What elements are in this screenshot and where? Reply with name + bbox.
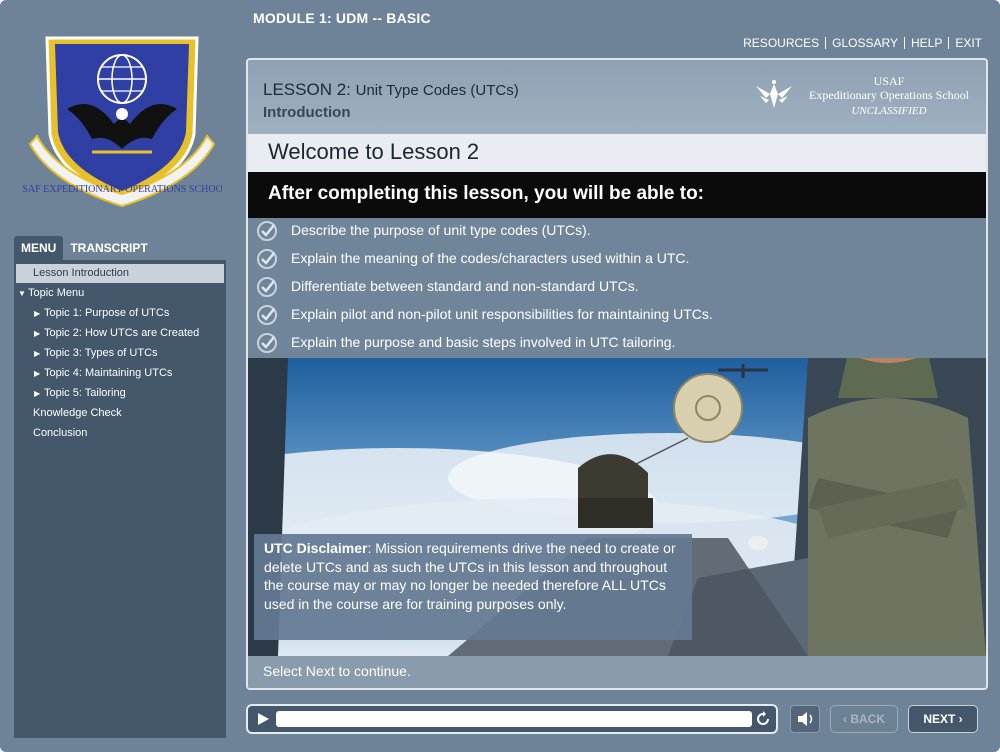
objective-text: Describe the purpose of unit type codes … <box>291 222 591 238</box>
caret-right-icon: ▶ <box>34 389 41 398</box>
exit-link[interactable]: EXIT <box>955 36 982 50</box>
sidebar-item-knowledge-check[interactable]: Knowledge Check <box>14 403 226 423</box>
brand-line-1: USAF <box>873 74 905 88</box>
lesson-header: LESSON 2: Unit Type Codes (UTCs) Introdu… <box>248 60 986 134</box>
glossary-link[interactable]: GLOSSARY <box>832 36 898 50</box>
sidebar-item-topic-4[interactable]: ▶ Topic 4: Maintaining UTCs <box>14 363 226 383</box>
sidebar-item-label: Topic 2: How UTCs are Created <box>44 327 200 339</box>
caret-down-icon: ▼ <box>18 289 26 298</box>
back-button[interactable]: ‹ BACK <box>830 705 898 733</box>
sidebar-item-label: Topic 1: Purpose of UTCs <box>44 307 170 319</box>
back-label: BACK <box>850 712 885 726</box>
check-circle-icon <box>257 305 277 325</box>
sidebar-tabs: MENU TRANSCRIPT <box>14 236 226 260</box>
sidebar-item-topic-1[interactable]: ▶ Topic 1: Purpose of UTCs <box>14 303 226 323</box>
check-circle-icon <box>257 249 277 269</box>
speaker-icon <box>798 712 813 726</box>
caret-right-icon: ▶ <box>34 309 41 318</box>
media-player <box>246 704 778 734</box>
objective-text: Differentiate between standard and non-s… <box>291 278 639 294</box>
sidebar-item-label: Topic Menu <box>28 287 85 299</box>
sidebar-item-topic-menu[interactable]: ▼ Topic Menu <box>14 283 226 303</box>
usaf-brand: USAF Expeditionary Operations School UNC… <box>754 74 974 124</box>
classification-label: UNCLASSIFIED <box>851 105 927 117</box>
sidebar-item-label: Topic 3: Types of UTCs <box>44 347 158 359</box>
caret-right-icon: ▶ <box>34 349 41 358</box>
welcome-banner: Welcome to Lesson 2 <box>248 134 986 172</box>
lesson-name: Unit Type Codes (UTCs) <box>355 82 519 99</box>
list-item: Explain pilot and non-pilot unit respons… <box>248 302 986 330</box>
top-links: RESOURCES GLOSSARY HELP EXIT <box>743 36 982 50</box>
check-circle-icon <box>257 333 277 353</box>
continue-instruction: Select Next to continue. <box>263 663 411 679</box>
sidebar-item-lesson-introduction[interactable]: Lesson Introduction <box>16 264 224 283</box>
objectives-heading: After completing this lesson, you will b… <box>268 183 704 204</box>
volume-button[interactable] <box>790 705 820 733</box>
next-button[interactable]: NEXT › <box>908 705 978 733</box>
help-link[interactable]: HELP <box>911 36 942 50</box>
resources-link[interactable]: RESOURCES <box>743 36 819 50</box>
objective-text: Explain the purpose and basic steps invo… <box>291 334 676 350</box>
list-item: Explain the purpose and basic steps invo… <box>248 330 986 358</box>
logo-text: USAF EXPEDITIONARY OPERATIONS SCHOOL <box>22 184 222 195</box>
lesson-panel: LESSON 2: Unit Type Codes (UTCs) Introdu… <box>246 58 988 690</box>
replay-icon[interactable] <box>754 710 772 728</box>
link-divider <box>948 37 950 49</box>
sidebar-item-label: Topic 4: Maintaining UTCs <box>44 367 173 379</box>
list-item: Explain the meaning of the codes/charact… <box>248 246 986 274</box>
objectives-list: Describe the purpose of unit type codes … <box>248 218 986 358</box>
sidebar-item-topic-3[interactable]: ▶ Topic 3: Types of UTCs <box>14 343 226 363</box>
objective-text: Explain the meaning of the codes/charact… <box>291 250 690 266</box>
tab-menu[interactable]: MENU <box>14 236 64 260</box>
sidebar-item-label: Topic 5: Tailoring <box>44 387 126 399</box>
lesson-number: LESSON 2: <box>263 80 351 99</box>
list-item: Describe the purpose of unit type codes … <box>248 218 986 246</box>
sidebar-menu: Lesson Introduction ▼ Topic Menu ▶ Topic 1… <box>14 260 226 738</box>
lesson-section: Introduction <box>263 104 351 121</box>
caret-right-icon: ▶ <box>34 329 41 338</box>
sidebar-item-topic-2[interactable]: ▶ Topic 2: How UTCs are Created <box>14 323 226 343</box>
check-circle-icon <box>257 277 277 297</box>
lesson-title: LESSON 2: Unit Type Codes (UTCs) <box>263 80 519 100</box>
caret-right-icon: ▶ <box>34 369 41 378</box>
list-item: Differentiate between standard and non-s… <box>248 274 986 302</box>
utc-disclaimer: UTC Disclaimer: Mission requirements dri… <box>254 534 692 640</box>
link-divider <box>825 37 827 49</box>
usaf-wings-icon <box>756 80 792 108</box>
module-title: MODULE 1: UDM -- BASIC <box>253 10 431 26</box>
brand-line-2: Expeditionary Operations School <box>809 88 969 102</box>
objective-text: Explain pilot and non-pilot unit respons… <box>291 306 713 322</box>
sidebar-item-topic-5[interactable]: ▶ Topic 5: Tailoring <box>14 383 226 403</box>
chevron-right-icon: › <box>955 712 963 726</box>
disclaimer-label: UTC Disclaimer <box>264 540 368 556</box>
next-label: NEXT <box>923 712 956 726</box>
continue-bar: Select Next to continue. <box>248 656 986 688</box>
play-icon[interactable] <box>256 712 270 726</box>
objectives-banner: After completing this lesson, you will b… <box>248 172 986 218</box>
check-circle-icon <box>257 221 277 241</box>
app-frame: MODULE 1: UDM -- BASIC RESOURCES GLOSSAR… <box>0 0 1000 752</box>
tab-transcript[interactable]: TRANSCRIPT <box>63 236 154 260</box>
welcome-heading: Welcome to Lesson 2 <box>268 139 480 164</box>
progress-bar[interactable] <box>276 711 752 727</box>
sidebar-item-conclusion[interactable]: Conclusion <box>14 423 226 443</box>
school-logo: USAF EXPEDITIONARY OPERATIONS SCHOOL <box>22 36 222 208</box>
link-divider <box>903 37 905 49</box>
